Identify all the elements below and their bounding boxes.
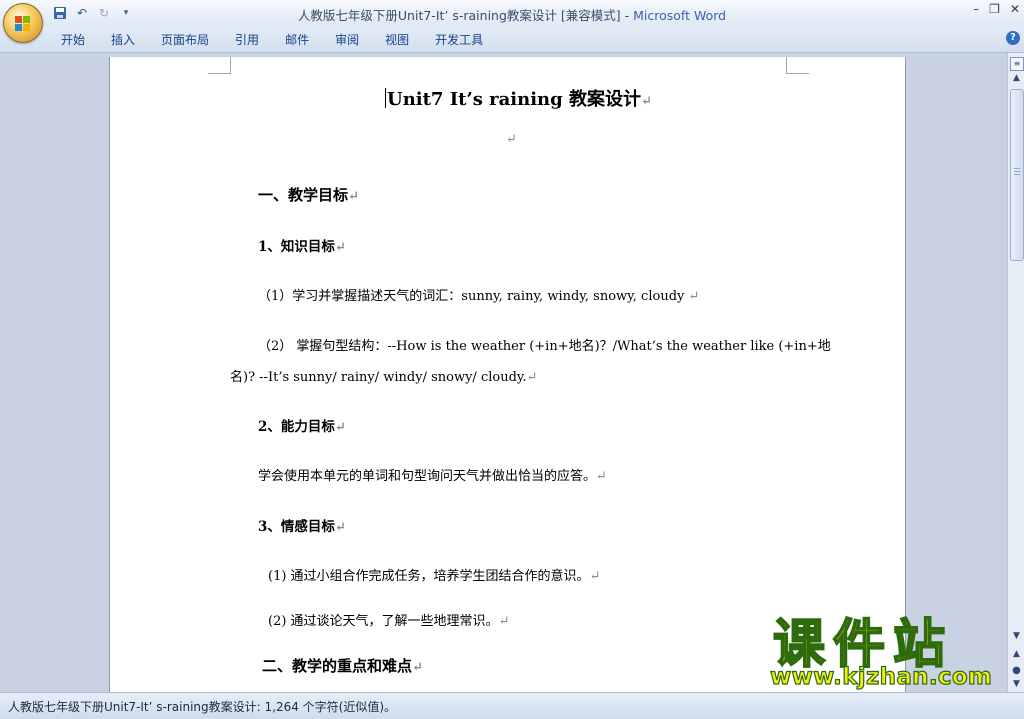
vertical-scrollbar[interactable]: ≡ ▲ ▼ ▲ ● ▼ — [1007, 53, 1024, 692]
tab-review[interactable]: 审阅 — [322, 31, 372, 48]
sub-heading-knowledge: 1、知识目标↵ — [258, 235, 346, 255]
window-title-document: 人教版七年级下册Unit7-It’ s-raining教案设计 [兼容模式] — [297, 8, 621, 23]
ability-item: 学会使用本单元的单词和句型询问天气并做出恰当的应答。↵ — [258, 465, 607, 484]
paragraph-mark: ↵ — [334, 420, 346, 435]
section-heading-key-points: 二、教学的重点和难点↵ — [262, 655, 423, 676]
paragraph-mark: ↵ — [596, 469, 607, 484]
help-icon[interactable]: ? — [1006, 31, 1020, 45]
knowledge-item-2-line1: （2） 掌握句型结构：--How is the weather (+in+地名)… — [258, 335, 831, 354]
paragraph-mark: ↵ — [506, 132, 517, 147]
minimize-button[interactable]: – — [973, 2, 979, 16]
section-heading-objectives: 一、教学目标↵ — [258, 184, 359, 205]
paragraph-mark: ↵ — [498, 614, 510, 629]
emotion-item-text: (1) 通过小组合作完成任务，培养学生团结合作的意识。 — [268, 569, 590, 584]
blank-paragraph: ↵ — [506, 132, 517, 147]
knowledge-item-text: 名)? --It’s sunny/ rainy/ windy/ snowy/ c… — [230, 370, 527, 385]
previous-page-icon[interactable]: ▲ — [1010, 649, 1023, 662]
section-heading-text: 一、教学目标 — [258, 186, 349, 204]
paragraph-mark: ↵ — [640, 94, 652, 109]
tab-insert[interactable]: 插入 — [98, 31, 148, 48]
sub-heading-text: 1、知识目标 — [258, 239, 335, 255]
browse-object-icon[interactable]: ● — [1010, 665, 1023, 678]
tab-home[interactable]: 开始 — [48, 31, 98, 48]
view-ruler-icon[interactable]: ≡ — [1010, 57, 1024, 71]
status-bar: 人教版七年级下册Unit7-It’ s-raining教案设计: 1,264 个… — [0, 692, 1024, 719]
watermark-url: www.kjzhan.com — [769, 663, 993, 690]
paragraph-mark: ↵ — [412, 660, 423, 675]
scroll-thumb[interactable] — [1010, 89, 1024, 261]
knowledge-item-1: （1）学习并掌握描述天气的词汇：sunny, rainy, windy, sno… — [258, 285, 699, 304]
text-cursor — [385, 88, 386, 108]
section-heading-text: 二、教学的重点和难点 — [262, 657, 413, 675]
tab-view[interactable]: 视图 — [372, 31, 422, 48]
margin-corner-top-right — [786, 57, 809, 74]
sub-heading-ability: 2、能力目标↵ — [258, 415, 346, 435]
next-page-icon[interactable]: ▼ — [1010, 679, 1023, 691]
paragraph-mark: ↵ — [334, 520, 346, 535]
sub-heading-emotion: 3、情感目标↵ — [258, 515, 346, 535]
grip-icon — [1014, 168, 1020, 177]
tab-developer[interactable]: 开发工具 — [422, 31, 496, 48]
emotion-item-2: (2) 通过谈论天气，了解一些地理常识。↵ — [268, 610, 509, 629]
sub-heading-text: 2、能力目标 — [258, 419, 335, 435]
paragraph-mark: ↵ — [526, 370, 538, 385]
knowledge-item-text: （2） 掌握句型结构：--How is the weather (+in+地名)… — [258, 339, 831, 354]
window-title-app: Microsoft Word — [633, 8, 727, 23]
title-bar: ↶ ↻ ▾ 人教版七年级下册Unit7-It’ s-raining教案设计 [兼… — [0, 0, 1024, 27]
tab-references[interactable]: 引用 — [222, 31, 272, 48]
ribbon-tab-row: 开始 插入 页面布局 引用 邮件 审阅 视图 开发工具 ? — [0, 26, 1024, 53]
scroll-up-icon[interactable]: ▲ — [1010, 73, 1023, 86]
scroll-down-icon[interactable]: ▼ — [1010, 631, 1023, 644]
close-button[interactable]: ✕ — [1010, 2, 1020, 16]
emotion-item-1: (1) 通过小组合作完成任务，培养学生团结合作的意识。↵ — [268, 565, 600, 584]
document-title-line: Unit7 It’s raining 教案设计↵ — [385, 85, 652, 111]
ability-text: 学会使用本单元的单词和句型询问天气并做出恰当的应答。 — [258, 469, 597, 484]
sub-heading-text: 3、情感目标 — [258, 519, 335, 535]
office-button[interactable] — [3, 3, 43, 43]
margin-corner-top-left — [208, 57, 231, 74]
emotion-item-text: (2) 通过谈论天气，了解一些地理常识。 — [268, 614, 499, 629]
document-workspace: Unit7 It’s raining 教案设计↵ ↵ 一、教学目标↵ 1、知识目… — [0, 53, 1007, 692]
paragraph-mark: ↵ — [334, 240, 346, 255]
office-logo-icon — [15, 16, 30, 31]
restore-button[interactable]: ❐ — [989, 2, 1000, 16]
window-title-separator: - — [620, 8, 634, 23]
knowledge-item-text: （1）学习并掌握描述天气的词汇：sunny, rainy, windy, sno… — [258, 289, 689, 304]
tab-page-layout[interactable]: 页面布局 — [148, 31, 222, 48]
status-word-count[interactable]: 人教版七年级下册Unit7-It’ s-raining教案设计: 1,264 个… — [8, 698, 396, 715]
paragraph-mark: ↵ — [589, 569, 601, 584]
paragraph-mark: ↵ — [348, 189, 359, 204]
paragraph-mark: ↵ — [688, 289, 700, 304]
ribbon-tabs: 开始 插入 页面布局 引用 邮件 审阅 视图 开发工具 — [48, 31, 496, 48]
window-title: 人教版七年级下册Unit7-It’ s-raining教案设计 [兼容模式] -… — [0, 5, 1024, 24]
tab-mailings[interactable]: 邮件 — [272, 31, 322, 48]
knowledge-item-2-line2: 名)? --It’s sunny/ rainy/ windy/ snowy/ c… — [230, 366, 538, 385]
window-controls: – ❐ ✕ — [973, 2, 1020, 16]
document-page[interactable]: Unit7 It’s raining 教案设计↵ ↵ 一、教学目标↵ 1、知识目… — [109, 57, 906, 692]
document-title: Unit7 It’s raining 教案设计 — [387, 89, 641, 110]
